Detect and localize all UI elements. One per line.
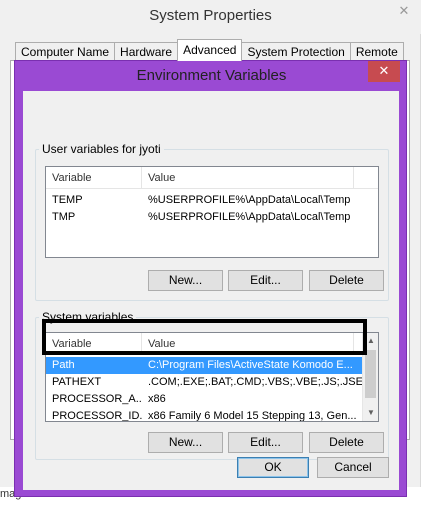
user-column-value[interactable]: Value [142,167,354,189]
ok-button[interactable]: OK [237,457,309,478]
row-value: x86 [148,393,166,405]
environment-variables-dialog: Environment Variables ✕ User variables f… [14,60,407,497]
user-list-header: Variable Value [46,167,378,189]
row-variable: PROCESSOR_ID... [52,410,142,422]
user-edit-button[interactable]: Edit... [228,270,303,291]
tab-computer-name[interactable]: Computer Name [15,42,116,61]
user-variables-legend: User variables for jyoti [39,142,164,156]
row-variable: TMP [52,211,76,223]
tab-remote[interactable]: Remote [349,42,404,61]
user-column-variable[interactable]: Variable [46,167,142,189]
system-new-button[interactable]: New... [148,432,223,453]
row-variable: PROCESSOR_A... [52,393,142,405]
system-properties-titlebar[interactable]: System Properties ✕ [0,0,421,34]
user-new-button[interactable]: New... [148,270,223,291]
close-icon[interactable]: ✕ [368,61,400,82]
table-row-selected[interactable]: Path C:\Program Files\ActiveState Komodo… [46,357,362,374]
dialog-client-area: User variables for jyoti Variable Value … [23,91,399,490]
cancel-button[interactable]: Cancel [317,457,389,478]
table-row[interactable]: PROCESSOR_A... x86 [46,391,362,408]
tab-advanced[interactable]: Advanced [177,39,243,61]
row-value: x86 Family 6 Model 15 Stepping 13, Gen..… [148,410,357,422]
annotation-highlight-box [42,319,367,355]
table-row[interactable]: TEMP %USERPROFILE%\AppData\Local\Temp [46,192,378,209]
system-edit-button[interactable]: Edit... [228,432,303,453]
tab-system-protection[interactable]: System Protection [241,42,351,61]
user-delete-button[interactable]: Delete [309,270,384,291]
system-properties-tabs: Computer Name Hardware Advanced System P… [15,39,404,61]
system-delete-button[interactable]: Delete [309,432,384,453]
row-variable: TEMP [52,194,83,206]
user-variables-group: User variables for jyoti Variable Value … [35,142,389,301]
system-properties-title: System Properties [149,7,272,24]
table-row[interactable]: PROCESSOR_ID... x86 Family 6 Model 15 St… [46,408,362,422]
row-value: %USERPROFILE%\AppData\Local\Temp [148,211,351,223]
scroll-thumb[interactable] [365,350,376,398]
table-row[interactable]: PATHEXT .COM;.EXE;.BAT;.CMD;.VBS;.VBE;.J… [46,374,362,391]
row-variable: PATHEXT [52,376,102,388]
row-value: %USERPROFILE%\AppData\Local\Temp [148,194,351,206]
row-variable: Path [52,359,75,371]
system-properties-close-icon[interactable]: ✕ [391,2,417,20]
row-value: .COM;.EXE;.BAT;.CMD;.VBS;.VBE;.JS;.JSE [148,376,362,388]
row-value: C:\Program Files\ActiveState Komodo E... [148,359,353,371]
scroll-down-icon[interactable]: ▼ [363,405,378,421]
user-variables-list[interactable]: Variable Value TEMP %USERPROFILE%\AppDat… [45,166,379,258]
tab-hardware[interactable]: Hardware [114,42,179,61]
dialog-title: Environment Variables [136,67,287,84]
table-row[interactable]: TMP %USERPROFILE%\AppData\Local\Temp [46,209,378,226]
